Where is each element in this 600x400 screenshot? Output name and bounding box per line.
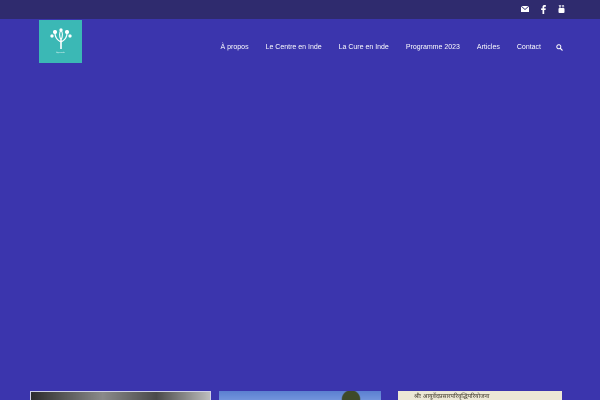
envelope-icon[interactable] [520,3,530,15]
main-nav: À propos Le Centre en Inde La Cure en In… [204,43,564,51]
search-icon[interactable] [556,43,564,51]
tree-hands-logo-icon [49,28,72,49]
nav-item-cure-inde[interactable]: La Cure en Inde [339,44,389,51]
site-header: Ayurveda À propos Le Centre en Inde La C… [0,19,600,79]
nav-item-a-propos[interactable]: À propos [221,44,249,51]
hero-banner [0,79,600,379]
facebook-icon[interactable] [538,3,548,15]
thumbnail-caption: श्रीः आयुर्वेदप्रसारपरिवृद्धिपरियोजना [414,393,490,400]
social-links [520,3,566,15]
logo-text: Ayurveda [56,52,65,54]
article-thumbnail-3[interactable]: श्रीः आयुर्वेदप्रसारपरिवृद्धिपरियोजना [398,391,562,400]
youtube-icon[interactable] [556,3,566,15]
nav-item-contact[interactable]: Contact [517,44,541,51]
top-bar [0,0,600,19]
nav-item-centre-inde[interactable]: Le Centre en Inde [266,44,322,51]
nav-item-articles[interactable]: Articles [477,44,500,51]
article-thumbnail-2[interactable] [219,391,381,400]
site-logo[interactable]: Ayurveda [39,20,82,63]
nav-item-programme[interactable]: Programme 2023 [406,44,460,51]
tree-image [331,391,371,400]
article-thumbnail-1[interactable] [30,391,211,400]
